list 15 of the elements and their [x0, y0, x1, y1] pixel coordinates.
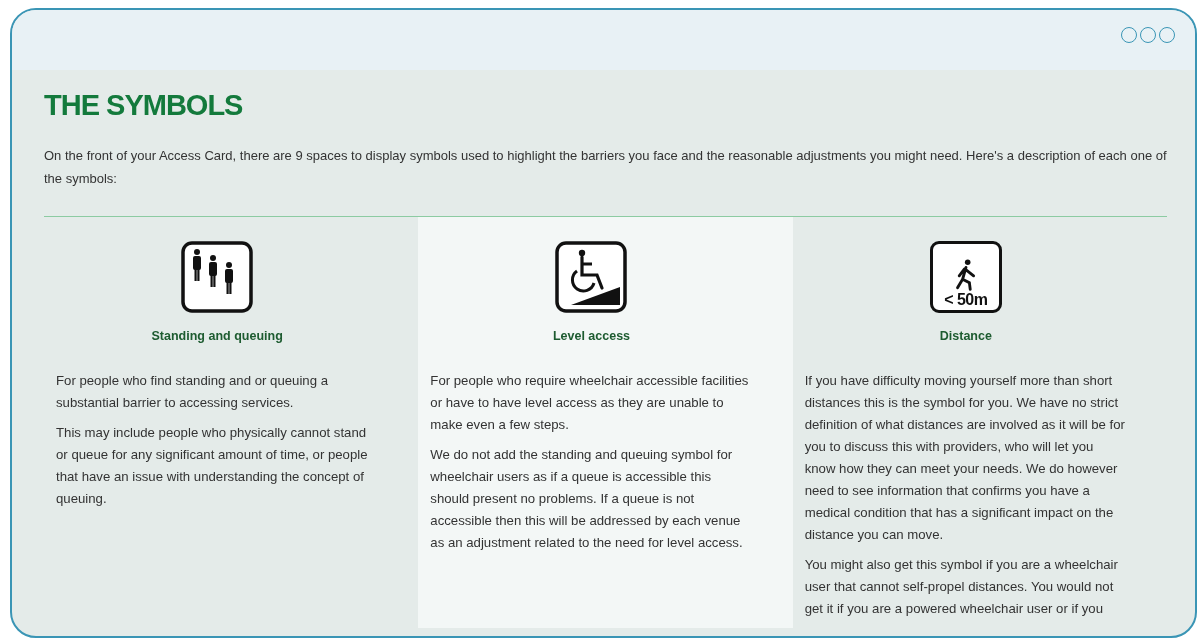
description-paragraph: This may include people who physically cannot stand or queue for any significant amount of time, or people that have an issue with understanding the concept of queuing.	[56, 424, 369, 509]
symbol-title: Level access	[551, 328, 632, 346]
distance-label: < 50m	[944, 292, 988, 309]
description-paragraph: For people who find standing and or queuing a substantial barrier to accessing services.	[56, 372, 329, 413]
description-paragraph: If you have difficulty moving yourself more than short distances this is the symbol for you. We have no strict definition of what distances are involved as it will be for you to discuss this with providers, who will let you know how they can meet your needs. We do however need to see information that confirms you have a medical condition that has a significant impact on the distance you can move.	[804, 372, 1126, 545]
intro-paragraph: On the front of your Access Card, there are 9 spaces to display symbols used to highlight the barriers you face and the reasonable adjustments you might need. Here's a description of each one of the symbols:	[44, 146, 1167, 188]
people-queue-icon	[181, 241, 254, 314]
page-heading: THE SYMBOLS	[44, 88, 244, 123]
description-paragraph: You might also get this symbol if you are a wheelchair user that cannot self-propel distances. You would not get it if you are a powered wheelchair user or if you	[804, 556, 1119, 619]
description-paragraph: We do not add the standing and queuing symbol for wheelchair users as if a queue is accessible this should present no problems. If a queue is not accessible then this will be addressed by each venue as an adjustment related to the need for level access.	[430, 446, 744, 553]
description-paragraph: For people who require wheelchair accessible facilities or have to have level access as they are unable to make even a few steps.	[430, 372, 750, 435]
wheelchair-ramp-icon	[555, 241, 628, 314]
walking-person-icon	[954, 258, 977, 293]
symbol-title: Standing and queuing	[150, 328, 284, 346]
symbol-title: Distance	[938, 328, 993, 346]
